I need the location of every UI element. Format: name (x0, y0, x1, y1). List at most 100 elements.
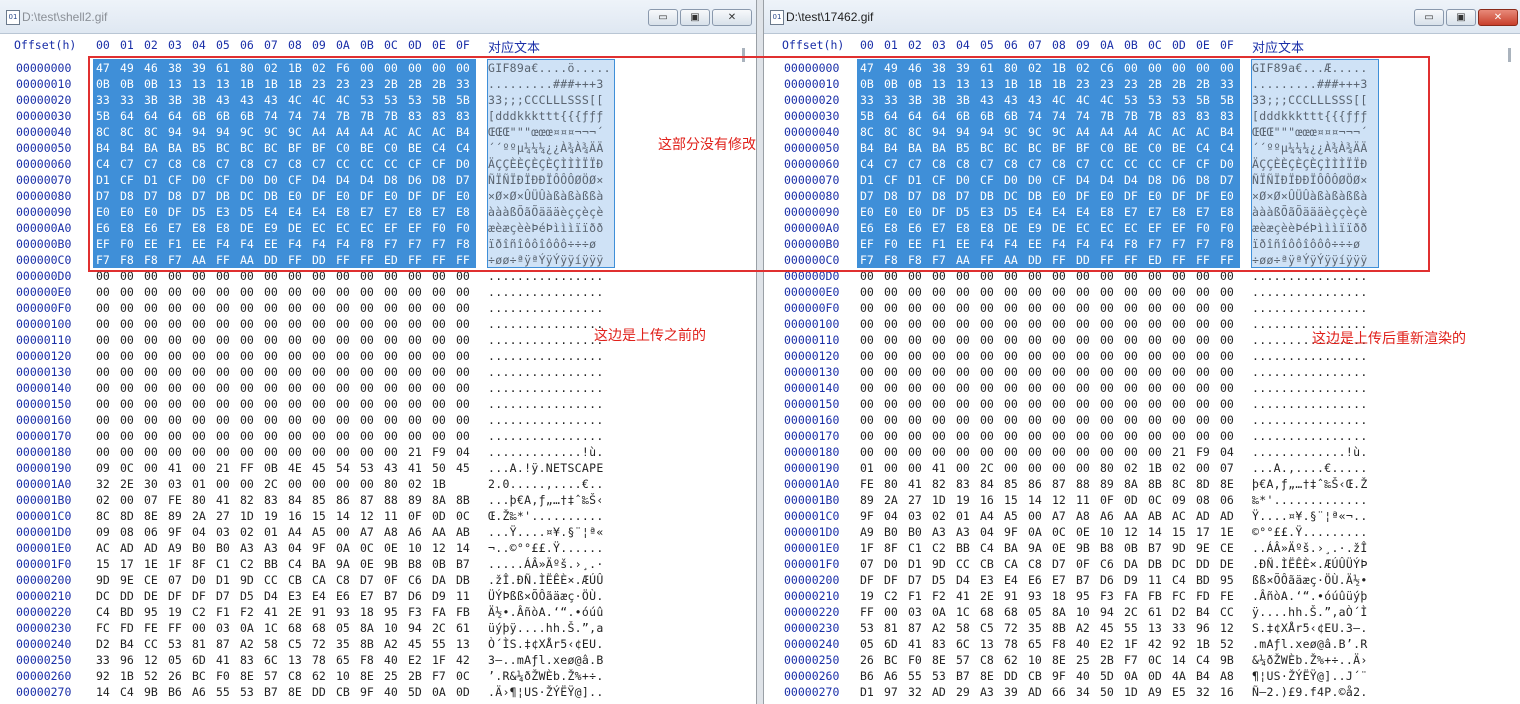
hex-byte[interactable]: 04 (288, 540, 302, 556)
hex-byte[interactable]: C6 (408, 572, 422, 588)
hex-byte[interactable]: 0E (384, 540, 398, 556)
row-text[interactable]: ................ (1252, 412, 1368, 428)
hex-byte[interactable]: 00 (96, 444, 110, 460)
hex-byte[interactable]: 03 (216, 620, 230, 636)
hex-byte[interactable]: 40 (384, 684, 398, 700)
hex-byte[interactable]: 35 (336, 636, 350, 652)
hex-byte[interactable]: 57 (264, 668, 278, 684)
hex-byte[interactable]: 00 (384, 444, 398, 460)
hex-byte[interactable]: 80 (1100, 460, 1114, 476)
hex-byte[interactable]: AD (120, 540, 134, 556)
hex-byte[interactable]: 07 (168, 572, 182, 588)
hex-byte[interactable]: FF (860, 604, 874, 620)
hex-byte[interactable]: 00 (1124, 332, 1138, 348)
hex-byte[interactable]: 00 (336, 444, 350, 460)
hex-byte[interactable]: 00 (144, 332, 158, 348)
hex-byte[interactable]: 53 (168, 636, 182, 652)
hex-byte[interactable]: 0F (384, 572, 398, 588)
hex-row[interactable]: 00000220 C4 BD 95 19 C2 F1 F2 41 2E 91 93 18 95 F3 FA FB… (0, 604, 756, 620)
hex-row[interactable]: 000001B0 02 00 07 FE 80 41 82 83 84 85 86 87 88 89 8A 8B… (0, 492, 756, 508)
hex-byte[interactable]: 00 (120, 348, 134, 364)
row-text[interactable]: ...Ÿ....¤¥.§¨¦ª« (488, 524, 604, 540)
hex-byte[interactable]: E2 (408, 652, 422, 668)
hex-byte[interactable]: 80 (384, 476, 398, 492)
hex-byte[interactable]: AB (1148, 508, 1162, 524)
hex-byte[interactable]: E4 (312, 588, 326, 604)
hex-byte[interactable]: 9F (1004, 524, 1018, 540)
hex-byte[interactable]: 00 (1124, 380, 1138, 396)
hex-byte[interactable]: A9 (1148, 684, 1162, 700)
hex-byte[interactable]: 10 (384, 620, 398, 636)
row-text[interactable]: ©°°££.Ÿ......... (1252, 524, 1368, 540)
hex-byte[interactable]: FE (168, 492, 182, 508)
hex-byte[interactable]: 00 (1148, 284, 1162, 300)
hex-byte[interactable]: 00 (168, 396, 182, 412)
hex-byte[interactable]: 00 (312, 332, 326, 348)
hex-byte[interactable]: 41 (216, 492, 230, 508)
hex-byte[interactable]: 00 (1052, 428, 1066, 444)
hex-byte[interactable]: 00 (956, 380, 970, 396)
hex-byte[interactable]: 00 (1100, 284, 1114, 300)
hex-byte[interactable]: D5 (932, 572, 946, 588)
hex-byte[interactable]: 00 (884, 380, 898, 396)
hex-byte[interactable]: 00 (192, 460, 206, 476)
hex-row[interactable]: 00000180 00 00 00 00 00 00 00 00 00 00 00 00 00 21 F9 04… (764, 444, 1520, 460)
hex-byte[interactable]: E7 (360, 588, 374, 604)
hex-byte[interactable]: 00 (980, 316, 994, 332)
hex-byte[interactable]: 00 (1196, 284, 1210, 300)
hex-byte[interactable]: BD (1196, 572, 1210, 588)
hex-byte[interactable]: 06 (1220, 492, 1234, 508)
hex-byte[interactable]: 00 (1028, 332, 1042, 348)
hex-byte[interactable]: 00 (1100, 300, 1114, 316)
hex-byte[interactable]: 00 (384, 316, 398, 332)
hex-byte[interactable]: E6 (1028, 572, 1042, 588)
hex-byte[interactable]: 18 (1052, 588, 1066, 604)
hex-byte[interactable]: 00 (1028, 508, 1042, 524)
hex-byte[interactable]: DF (192, 588, 206, 604)
hex-byte[interactable]: E7 (1052, 572, 1066, 588)
hex-byte[interactable]: 80 (192, 492, 206, 508)
hex-byte[interactable]: 41 (216, 652, 230, 668)
hex-byte[interactable]: 00 (240, 348, 254, 364)
hex-byte[interactable]: 91 (312, 604, 326, 620)
hex-byte[interactable]: 8C (96, 508, 110, 524)
hex-byte[interactable]: 55 (432, 636, 446, 652)
hex-byte[interactable]: 00 (336, 396, 350, 412)
hex-byte[interactable]: C1 (216, 556, 230, 572)
hex-byte[interactable]: 0B (264, 460, 278, 476)
hex-byte[interactable]: 00 (1124, 396, 1138, 412)
hex-byte[interactable]: 00 (408, 428, 422, 444)
hex-byte[interactable]: 00 (956, 460, 970, 476)
hex-byte[interactable]: 00 (1076, 380, 1090, 396)
hex-byte[interactable]: FB (456, 604, 470, 620)
hex-byte[interactable]: 00 (120, 332, 134, 348)
hex-byte[interactable]: 00 (240, 364, 254, 380)
hex-byte[interactable]: D9 (432, 588, 446, 604)
hex-byte[interactable]: C2 (240, 556, 254, 572)
hex-byte[interactable]: 11 (384, 508, 398, 524)
hex-byte[interactable]: D7 (360, 572, 374, 588)
hex-byte[interactable]: 00 (192, 364, 206, 380)
hex-byte[interactable]: D2 (96, 636, 110, 652)
hex-byte[interactable]: 1E (1220, 524, 1234, 540)
hex-byte[interactable]: 26 (168, 668, 182, 684)
hex-byte[interactable]: 65 (336, 652, 350, 668)
hex-byte[interactable]: 00 (1124, 300, 1138, 316)
hex-byte[interactable]: A2 (1076, 620, 1090, 636)
hex-byte[interactable]: 8E (288, 684, 302, 700)
hex-byte[interactable]: 00 (264, 444, 278, 460)
hex-byte[interactable]: 00 (144, 380, 158, 396)
hex-byte[interactable]: 00 (1148, 412, 1162, 428)
hex-byte[interactable]: 00 (288, 476, 302, 492)
hex-byte[interactable]: C8 (336, 572, 350, 588)
hex-row[interactable]: 00000200 9D 9E CE 07 D0 D1 9D CC CB CA C8 D7 0F C6 DA DB… (0, 572, 756, 588)
hex-byte[interactable]: B6 (860, 668, 874, 684)
hex-byte[interactable]: 00 (1004, 380, 1018, 396)
hex-byte[interactable]: 00 (192, 412, 206, 428)
hex-byte[interactable]: 00 (288, 428, 302, 444)
hex-byte[interactable]: 50 (1100, 684, 1114, 700)
hex-byte[interactable]: 00 (1052, 380, 1066, 396)
hex-byte[interactable]: 00 (860, 332, 874, 348)
row-text[interactable]: S.‡¢XÅr5‹¢EU.3–. (1252, 620, 1368, 636)
hex-byte[interactable]: BC (884, 652, 898, 668)
